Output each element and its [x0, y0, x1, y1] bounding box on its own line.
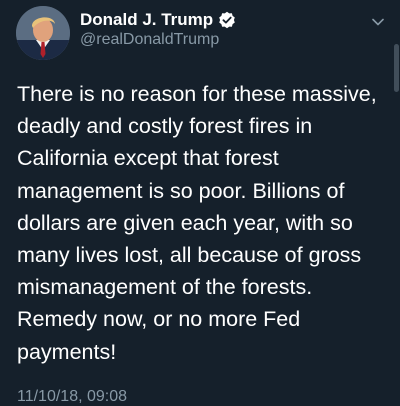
tweet-text-line: There is no reason for these massive, — [17, 82, 377, 106]
chevron-down-icon[interactable] — [370, 14, 386, 30]
tweet-card: Donald J. Trump @realDonaldTrump There i… — [0, 0, 400, 405]
name-row: Donald J. Trump — [80, 9, 236, 31]
user-handle[interactable]: @realDonaldTrump — [80, 31, 219, 49]
scrollbar[interactable] — [394, 44, 399, 92]
tweet-text-line: many lives lost, all because of gross — [17, 243, 362, 268]
tweet-text-line: deadly and costly forest fires in — [17, 114, 313, 139]
tweet-timestamp[interactable]: 11/10/18, 09:08 — [17, 388, 127, 406]
tweet-text-line: dollars are given each year, with so — [17, 210, 353, 235]
tweet-text-line: California except that forest — [17, 146, 279, 171]
tweet-text-line: Remedy now, or no more Fed — [17, 307, 301, 332]
avatar-image — [16, 6, 70, 60]
tweet-text-line: management is so poor. Billions of — [17, 178, 345, 203]
verified-badge-icon — [219, 11, 235, 29]
display-name[interactable]: Donald J. Trump — [80, 10, 213, 30]
avatar[interactable] — [16, 6, 70, 60]
tweet-text: There is no reason for these massive, de… — [17, 78, 387, 368]
tweet-text-line: mismanagement of the forests. — [17, 275, 313, 300]
tweet-text-line: payments! — [17, 339, 117, 364]
